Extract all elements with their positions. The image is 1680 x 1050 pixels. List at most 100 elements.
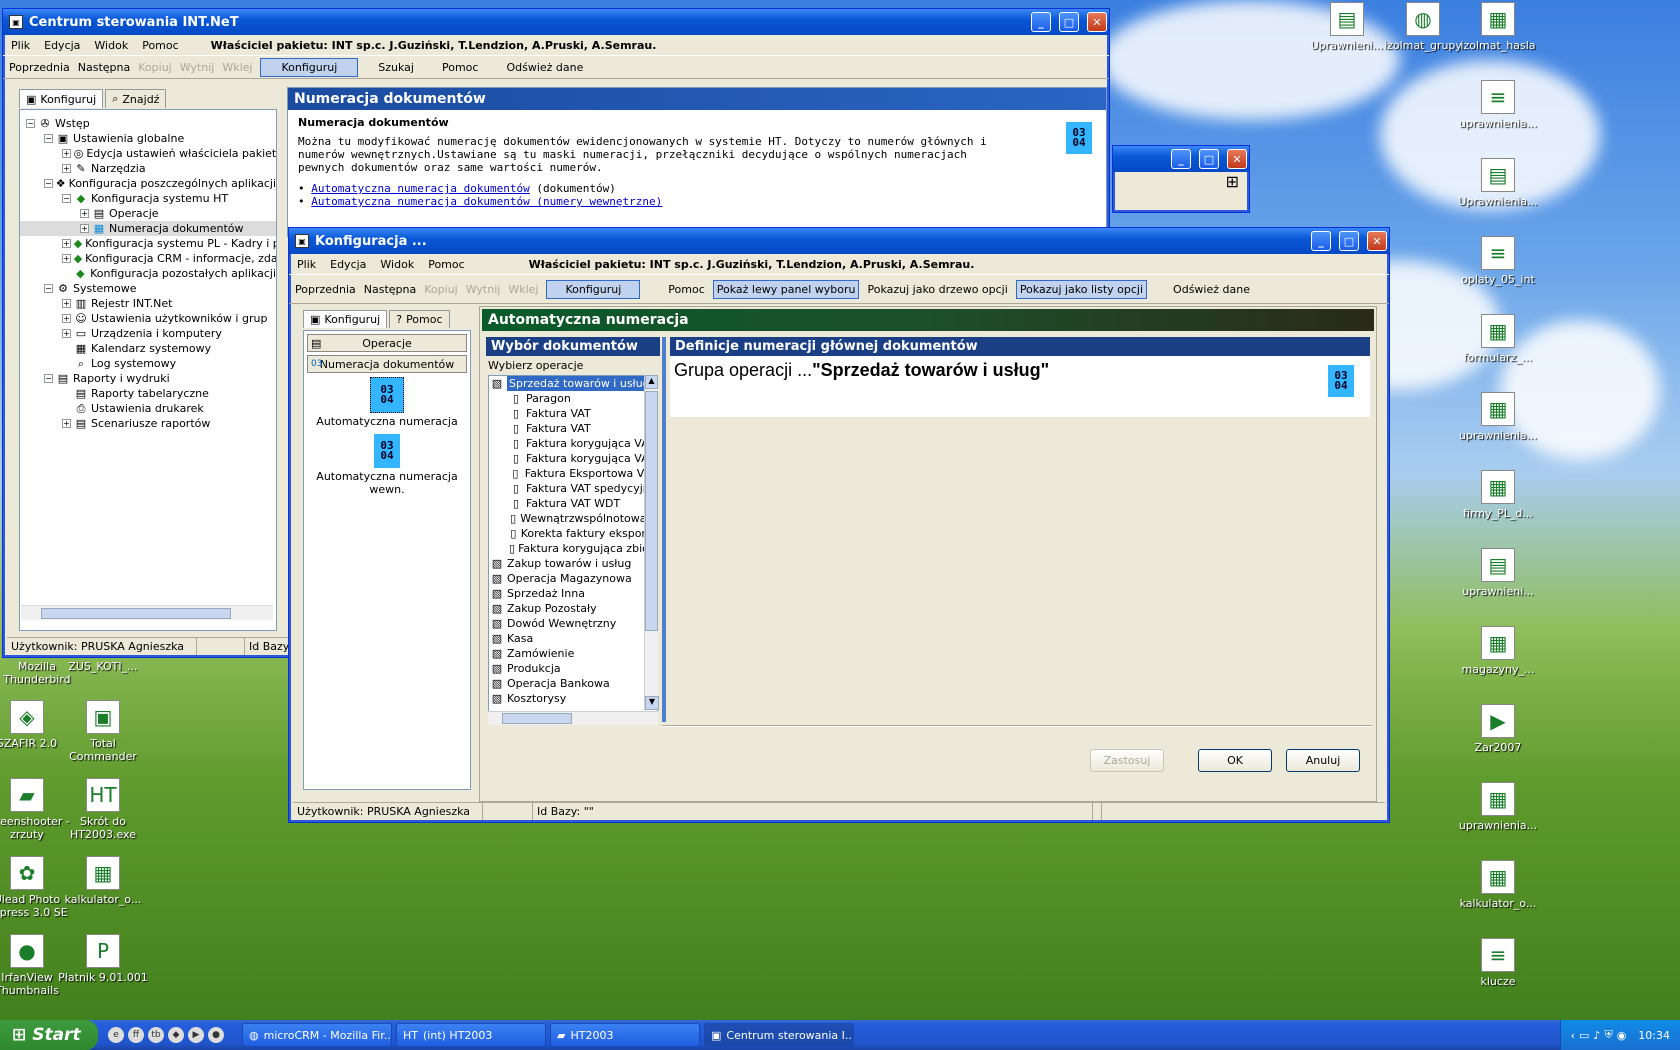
apply-button[interactable]: Zastosuj: [1090, 749, 1164, 772]
expand-icon[interactable]: +: [62, 419, 71, 428]
horizontal-scrollbar[interactable]: [21, 605, 273, 620]
document-list-item[interactable]: ▧ Kasa: [489, 631, 657, 646]
document-list-item[interactable]: ▧ Dowód Wewnętrzny: [489, 616, 657, 631]
tab-help[interactable]: ? Pomoc: [389, 310, 450, 328]
expand-icon[interactable]: +: [62, 299, 71, 308]
scroll-up-icon[interactable]: ▲: [645, 375, 658, 389]
vertical-scrollbar[interactable]: ▲ ▼: [644, 375, 659, 710]
minimize-icon[interactable]: _: [1031, 12, 1051, 32]
next-button[interactable]: Następna: [364, 283, 416, 296]
desktop-icon[interactable]: ▣ Total Commander: [58, 700, 148, 763]
tab-configure[interactable]: ▣ Konfiguruj: [19, 89, 104, 108]
document-list-item[interactable]: ▧ Zamówienie: [489, 646, 657, 661]
menu-pomoc[interactable]: Pomoc: [428, 258, 464, 271]
tray-arrow-icon[interactable]: ‹: [1571, 1029, 1575, 1042]
copy-button[interactable]: Kopiuj: [138, 61, 171, 74]
cut-button[interactable]: Wytnij: [180, 61, 215, 74]
document-list-item[interactable]: ▧ Operacja Magazynowa: [489, 571, 657, 586]
menu-plik[interactable]: Plik: [11, 39, 30, 52]
cut-button[interactable]: Wytnij: [466, 283, 501, 296]
document-list-item[interactable]: ▯ Faktura VAT WDT: [489, 496, 657, 511]
tree-node[interactable]: + ▦ Numeracja dokumentów: [20, 221, 276, 236]
maximize-icon[interactable]: □: [1059, 12, 1079, 32]
scroll-down-icon[interactable]: ▼: [645, 696, 659, 710]
expand-icon[interactable]: +: [62, 164, 71, 173]
scroll-thumb[interactable]: [502, 713, 572, 724]
expand-icon[interactable]: +: [62, 239, 71, 248]
maximize-icon[interactable]: □: [1199, 149, 1219, 169]
collapse-icon[interactable]: −: [44, 284, 53, 293]
close-icon[interactable]: ✕: [1367, 231, 1387, 251]
expand-icon[interactable]: +: [62, 149, 71, 158]
collapse-icon[interactable]: −: [44, 134, 53, 143]
copy-button[interactable]: Kopiuj: [424, 283, 457, 296]
horizontal-scrollbar[interactable]: [488, 711, 658, 725]
tree-node[interactable]: − ⚙ Systemowe: [20, 281, 276, 296]
tree-node[interactable]: + ▤ Operacje: [20, 206, 276, 221]
maximize-icon[interactable]: □: [1339, 231, 1359, 251]
tab-configure[interactable]: ▣ Konfiguruj: [303, 310, 388, 328]
desktop-icon[interactable]: ▦ magazyny_...: [1448, 626, 1548, 676]
desktop-icon[interactable]: P Płatnik 9.01.001: [58, 934, 148, 984]
menu-widok[interactable]: Widok: [380, 258, 414, 271]
document-list-item[interactable]: ▯ Faktura Eksportowa VAT: [489, 466, 657, 481]
navigation-tree[interactable]: − ✇ Wstęp − ▣ Ustawienia globalne + ◎ Edycja ust…: [19, 109, 277, 631]
tree-node[interactable]: − ▤ Raporty i wydruki: [20, 371, 276, 386]
desktop-icon[interactable]: ≡ uprawnienia...: [1448, 80, 1548, 130]
tab-find[interactable]: ⌕ Znajdź: [105, 89, 167, 108]
document-list-item[interactable]: ▧ Produkcja: [489, 661, 657, 676]
tree-node[interactable]: + ☺ Ustawienia użytkowników i grup: [20, 311, 276, 326]
taskbar-button[interactable]: ◍ microCRM - Mozilla Fir...: [242, 1023, 392, 1047]
document-list-item[interactable]: ▯ Faktura VAT: [489, 406, 657, 421]
splitter[interactable]: [662, 337, 666, 722]
menu-edycja[interactable]: Edycja: [44, 39, 80, 52]
tree-node[interactable]: + ▭ Urządzenia i komputery: [20, 326, 276, 341]
configure-button[interactable]: Konfiguruj: [260, 57, 359, 77]
document-list[interactable]: ▧ Sprzedaż towarów i usług ▯ Paragon ▯ Faktur…: [488, 375, 658, 725]
document-list-item[interactable]: ▯ Faktura korygująca VAT: [489, 451, 657, 466]
search-button[interactable]: Szukaj: [378, 61, 414, 74]
show-left-panel-button[interactable]: Pokaż lewy panel wyboru: [712, 279, 860, 299]
configure-button[interactable]: Konfiguruj: [546, 279, 641, 299]
firefox-icon[interactable]: ff: [128, 1027, 144, 1043]
tree-node[interactable]: + ▤ Scenariusze raportów: [20, 416, 276, 431]
menu-plik[interactable]: Plik: [297, 258, 316, 271]
expand-icon[interactable]: +: [62, 329, 71, 338]
next-button[interactable]: Następna: [78, 61, 130, 74]
collapse-icon[interactable]: −: [62, 194, 71, 203]
paste-button[interactable]: Wklej: [508, 283, 538, 296]
document-list-item[interactable]: ▯ Faktura VAT spedycyjna: [489, 481, 657, 496]
prev-button[interactable]: Poprzednia: [9, 61, 70, 74]
tree-node[interactable]: ◆ Konfiguracja pozostałych aplikacji: [20, 266, 276, 281]
configuration-window[interactable]: ▣ Konfiguracja ... _ □ ✕ Plik Edycja Wid…: [288, 227, 1390, 823]
desktop-icon[interactable]: ≡ klucze: [1448, 938, 1548, 988]
document-list-item[interactable]: ▯ Faktura korygująca zbiorc: [489, 541, 657, 556]
prev-button[interactable]: Poprzednia: [295, 283, 356, 296]
document-list-item[interactable]: ▯ Faktura korygująca VAT: [489, 436, 657, 451]
tree-node[interactable]: ▤ Raporty tabelaryczne: [20, 386, 276, 401]
minimize-icon[interactable]: _: [1311, 231, 1331, 251]
security-icon[interactable]: ⛨: [1604, 1028, 1612, 1042]
clock[interactable]: 10:34: [1638, 1029, 1670, 1042]
operations-button[interactable]: ▤ Operacje: [307, 334, 467, 352]
thunderbird-icon[interactable]: tb: [148, 1027, 164, 1043]
desktop-icon[interactable]: ▤ uprawnieni...: [1448, 548, 1548, 598]
tree-node[interactable]: − ◆ Konfiguracja systemu HT: [20, 191, 276, 206]
refresh-button[interactable]: Odśwież dane: [1173, 283, 1250, 296]
document-list-item[interactable]: ▧ Operacja Bankowa: [489, 676, 657, 691]
expand-icon[interactable]: +: [62, 254, 71, 263]
start-button[interactable]: ⊞ Start: [0, 1020, 98, 1050]
document-list-item[interactable]: ▧ Sprzedaż Inna: [489, 586, 657, 601]
tree-node[interactable]: ▦ Kalendarz systemowy: [20, 341, 276, 356]
quicklaunch-app-icon[interactable]: ◆: [168, 1027, 184, 1043]
desktop-icon[interactable]: ▤ Uprawnienia...: [1448, 158, 1548, 208]
expand-icon[interactable]: +: [80, 224, 89, 233]
antivirus-icon[interactable]: ◉: [1617, 1029, 1627, 1042]
close-icon[interactable]: ✕: [1087, 12, 1107, 32]
desktop-icon[interactable]: ZUS_KOTI_...: [58, 660, 148, 673]
menu-widok[interactable]: Widok: [94, 39, 128, 52]
tree-node[interactable]: + ✎ Narzędzia: [20, 161, 276, 176]
desktop-icon[interactable]: ▦ firmy_PL_d...: [1448, 470, 1548, 520]
document-list-item[interactable]: ▯ Paragon: [489, 391, 657, 406]
cancel-button[interactable]: Anuluj: [1286, 749, 1360, 772]
